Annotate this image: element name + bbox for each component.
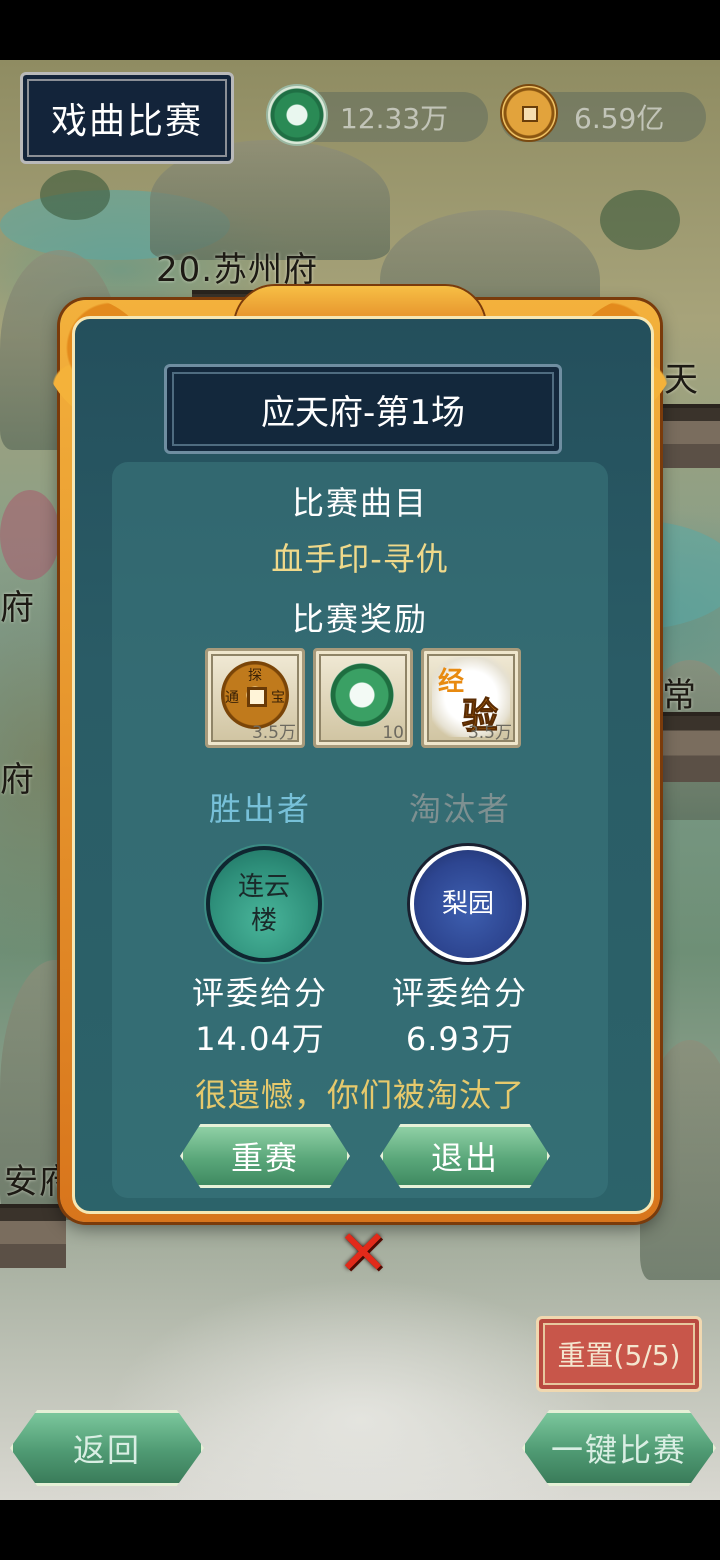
reward-coin[interactable]: 探 宝 通 3.5万	[205, 648, 305, 748]
coin-char: 探	[248, 668, 262, 684]
jade-disc-icon	[266, 84, 328, 146]
loser-team-badge[interactable]: 梨园	[410, 846, 526, 962]
coin-char: 宝	[271, 690, 285, 706]
city-building[interactable]	[0, 1204, 66, 1268]
replay-button[interactable]: 重赛	[180, 1124, 350, 1188]
exit-button[interactable]: 退出	[380, 1124, 550, 1188]
back-button[interactable]: 返回	[10, 1410, 204, 1486]
reward-heading: 比赛奖励	[291, 600, 428, 638]
tree	[40, 170, 110, 220]
round-title: 应天府-第1场	[164, 364, 562, 454]
city-label-left-lower[interactable]: 府	[0, 752, 35, 801]
result-message: 很遗憾，你们被淘汰了	[194, 1076, 525, 1114]
city-label-suzhou[interactable]: 20.苏州府	[156, 242, 318, 291]
reward-jade[interactable]: 10	[313, 648, 413, 748]
gold-currency[interactable]: 6.59亿	[500, 84, 706, 142]
gold-currency-amount: 6.59亿	[574, 102, 665, 135]
winner-team-name: 连云楼	[237, 872, 290, 936]
city-building[interactable]	[662, 404, 720, 468]
winner-label: 胜出者	[208, 790, 311, 828]
loser-label: 淘汰者	[408, 790, 511, 828]
auto-match-button[interactable]: 一键比赛	[522, 1410, 716, 1486]
song-name: 血手印-寻仇	[271, 540, 449, 578]
game-screen: 20.苏州府 天府 府 常州 府 安府 戏曲比赛 12.33万 6.59亿 应天…	[0, 0, 720, 1560]
navigation-bar-area	[0, 1500, 720, 1560]
reward-quantity: 10	[382, 723, 404, 743]
jade-currency-amount: 12.33万	[340, 102, 449, 135]
coin-char: 通	[225, 690, 239, 706]
tree	[600, 190, 680, 250]
loser-score: 6.93万	[405, 1020, 515, 1058]
song-heading: 比赛曲目	[291, 484, 428, 522]
reward-quantity: 3.5万	[467, 723, 512, 743]
page-title: 戏曲比赛	[20, 72, 234, 164]
city-building[interactable]	[660, 712, 720, 782]
exp-char: 经	[438, 667, 465, 697]
winner-score: 14.04万	[195, 1020, 325, 1058]
jade-disc-icon	[330, 663, 394, 727]
status-bar-area	[0, 0, 720, 60]
reset-button[interactable]: 重置(5/5)	[536, 1316, 702, 1392]
jade-currency[interactable]: 12.33万	[266, 84, 488, 146]
winner-team-badge[interactable]: 连云楼	[206, 846, 322, 962]
loser-score-label: 评委给分	[391, 974, 528, 1012]
reward-quantity: 3.5万	[251, 723, 296, 743]
winner-score-label: 评委给分	[191, 974, 328, 1012]
loser-team-name: 梨园	[441, 889, 494, 919]
copper-coin-icon	[500, 84, 558, 142]
close-icon[interactable]: ✕	[330, 1222, 396, 1284]
reward-experience[interactable]: 经 验 3.5万	[421, 648, 521, 748]
